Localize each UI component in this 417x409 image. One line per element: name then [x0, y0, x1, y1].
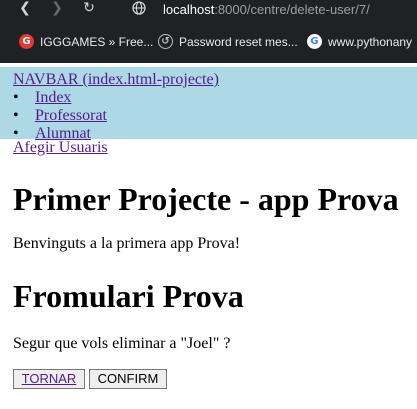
site-info-icon[interactable] [130, 0, 148, 18]
address-bar-url[interactable]: localhost:8000/centre/delete-user/7/ [163, 0, 370, 20]
bookmark-label: Password reset mes... [179, 35, 298, 49]
nav-link-professorat[interactable]: Professorat [35, 107, 107, 125]
confirm-button[interactable]: CONFIRM [89, 369, 167, 389]
forward-arrow-icon[interactable]: ❯ [48, 0, 66, 18]
bookmarks-bar: G IGGGAMES » Free... ↺ Password reset mes.… [0, 30, 417, 54]
back-button-label: TORNAR [21, 371, 77, 386]
address-bar-row: ❮ ❯ ↻ localhost:8000/centre/delete-user/… [0, 0, 417, 20]
nav-link-index[interactable]: Index [35, 89, 71, 107]
google-icon: G [307, 34, 322, 50]
page-content: NAVBAR (index.html-projecte) • Index • P… [0, 63, 417, 409]
igggames-icon: G [19, 34, 34, 50]
reload-icon[interactable]: ↻ [80, 0, 98, 18]
back-button[interactable]: TORNAR [13, 369, 85, 389]
navbar: NAVBAR (index.html-projecte) • Index • P… [0, 67, 417, 142]
bookmark-pythonanywhere[interactable]: Gwww.pythonany [307, 30, 412, 54]
bookmark-label: www.pythonany [328, 35, 413, 49]
back-arrow-icon[interactable]: ❮ [16, 0, 34, 18]
page-title: Primer Projecte - app Prova [13, 181, 399, 217]
welcome-text: Benvinguts a la primera app Prova! [13, 235, 241, 252]
add-users-link[interactable]: Afegir Usuaris [13, 139, 108, 157]
password-reset-icon: ↺ [158, 34, 173, 50]
list-bullet: • [13, 107, 19, 124]
delete-confirmation-text: Segur que vols eliminar a "Joel" ? [13, 335, 231, 352]
form-title: Fromulari Prova [13, 278, 244, 314]
bookmark-password-reset[interactable]: ↺ Password reset mes... [158, 30, 298, 54]
url-path: :8000/centre/delete-user/7/ [214, 2, 370, 17]
navbar-title-link[interactable]: NAVBAR (index.html-projecte) [13, 71, 219, 89]
browser-chrome: ❮ ❯ ↻ localhost:8000/centre/delete-user/… [0, 0, 417, 63]
url-host: localhost [163, 2, 215, 17]
list-bullet: • [13, 89, 19, 106]
bookmark-igggames[interactable]: G IGGGAMES » Free... [19, 30, 153, 54]
bookmark-label: IGGGAMES » Free... [40, 35, 154, 49]
